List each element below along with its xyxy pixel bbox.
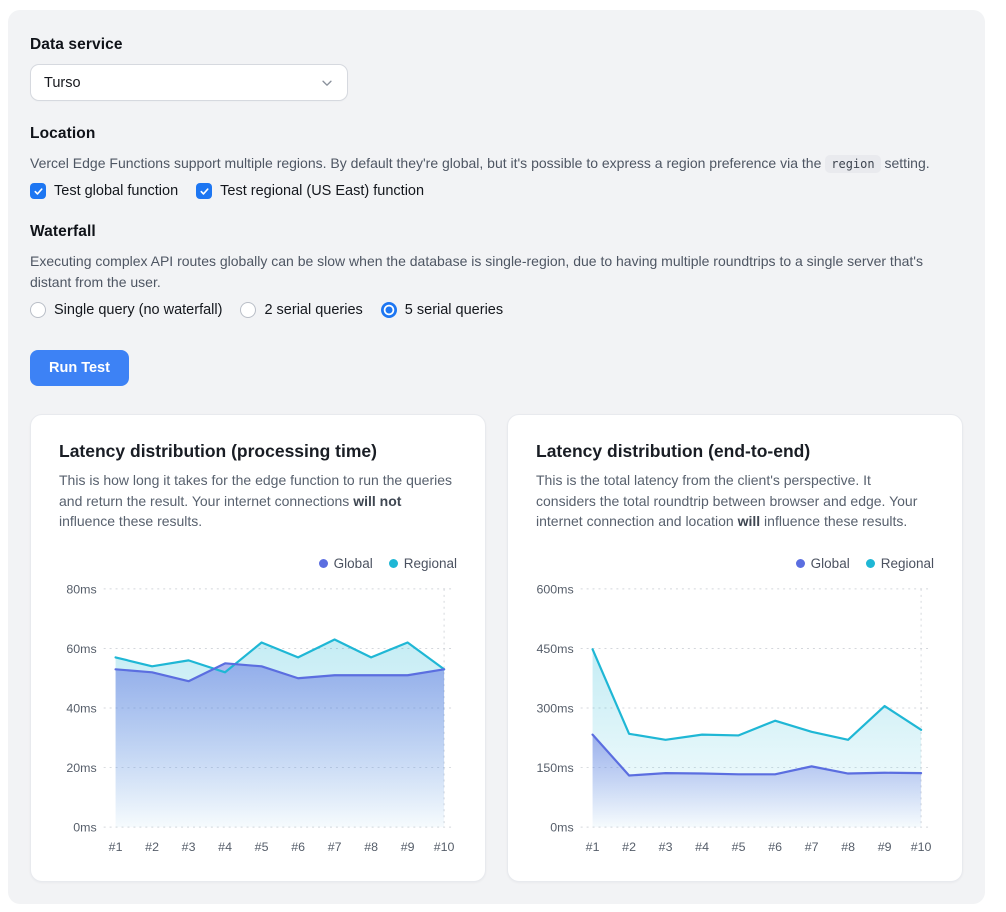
radio-2-serial-queries[interactable]: 2 serial queries [240,302,362,318]
y-tick-label: 150ms [537,761,574,775]
y-tick-label: 0ms [73,821,96,835]
x-tick-label: #5 [255,840,269,854]
data-service-section: Data service Turso [30,36,963,101]
location-checkbox-row: Test global function Test regional (US E… [30,183,963,199]
legend-item-global: Global [796,556,850,571]
processing-time-latency-chart: 0ms 20ms 40ms 60ms 80ms #1 #2 #3 #4 #5 #6 #7 #8 #9 #10 [59,577,457,859]
location-heading: Location [30,125,963,143]
location-description: Vercel Edge Functions support multiple r… [30,153,963,174]
card-desc-bold: will [738,513,761,529]
x-tick-label: #2 [622,840,636,854]
x-tick-label: #4 [218,840,232,854]
checkbox-checked-icon[interactable] [30,183,46,199]
radio-5-serial-queries[interactable]: 5 serial queries [381,302,503,318]
x-tick-label: #1 [586,840,600,854]
checkbox-test-regional-function[interactable]: Test regional (US East) function [196,183,424,199]
location-desc-text: Vercel Edge Functions support multiple r… [30,155,825,171]
radio-label: 2 serial queries [264,302,362,318]
y-tick-label: 20ms [66,761,96,775]
regional-legend-dot-icon [866,559,875,568]
radio-selected-icon[interactable] [381,302,397,318]
x-tick-label: #8 [841,840,855,854]
radio-unselected-icon[interactable] [240,302,256,318]
x-tick-label: #6 [768,840,782,854]
x-tick-label: #3 [659,840,673,854]
card-desc-suffix: influence these results. [760,513,907,529]
x-tick-label: #7 [328,840,342,854]
data-service-heading: Data service [30,36,963,54]
regional-legend-dot-icon [389,559,398,568]
global-legend-dot-icon [319,559,328,568]
x-tick-label: #9 [401,840,415,854]
y-tick-label: 60ms [66,642,96,656]
legend-item-regional: Regional [389,556,457,571]
checkbox-test-global-function[interactable]: Test global function [30,183,178,199]
x-tick-label: #10 [434,840,455,854]
radio-unselected-icon[interactable] [30,302,46,318]
legend-item-global: Global [319,556,373,571]
x-tick-label: #7 [805,840,819,854]
legend-label: Regional [881,556,934,571]
checkbox-label: Test regional (US East) function [220,183,424,199]
radio-label: Single query (no waterfall) [54,302,222,318]
checkbox-label: Test global function [54,183,178,199]
region-code-chip: region [825,155,880,173]
x-tick-label: #9 [878,840,892,854]
card-title: Latency distribution (end-to-end) [536,441,934,462]
card-desc-suffix: influence these results. [59,513,202,529]
y-tick-label: 300ms [537,702,574,716]
data-service-select[interactable]: Turso [30,64,348,101]
y-tick-label: 450ms [537,642,574,656]
x-tick-label: #3 [182,840,196,854]
x-tick-label: #1 [109,840,123,854]
x-tick-label: #2 [145,840,159,854]
card-description: This is the total latency from the clien… [536,470,934,532]
y-tick-label: 0ms [550,821,573,835]
app-panel: Data service Turso Location Vercel Edge … [8,10,985,904]
location-desc-suffix: setting. [881,155,930,171]
chart-legend: Global Regional [536,556,934,571]
radio-single-query[interactable]: Single query (no waterfall) [30,302,222,318]
checkbox-checked-icon[interactable] [196,183,212,199]
x-tick-label: #5 [732,840,746,854]
x-tick-label: #4 [695,840,709,854]
legend-label: Global [334,556,373,571]
waterfall-heading: Waterfall [30,223,963,241]
x-tick-label: #8 [364,840,378,854]
run-test-button[interactable]: Run Test [30,350,129,386]
waterfall-section: Waterfall Executing complex API routes g… [30,223,963,318]
card-title: Latency distribution (processing time) [59,441,457,462]
end-to-end-latency-chart: 0ms 150ms 300ms 450ms 600ms #1 #2 #3 #4 #5 #6 #7 #8 #… [536,577,934,859]
y-tick-label: 600ms [537,583,574,597]
processing-time-card: Latency distribution (processing time) T… [30,414,486,882]
legend-label: Regional [404,556,457,571]
data-service-selected-value: Turso [44,75,81,91]
x-tick-label: #6 [291,840,305,854]
legend-label: Global [811,556,850,571]
chevron-down-icon [320,76,334,90]
chart-legend: Global Regional [59,556,457,571]
card-desc-bold: will not [353,493,401,509]
y-tick-label: 80ms [66,583,96,597]
global-legend-dot-icon [796,559,805,568]
legend-item-regional: Regional [866,556,934,571]
global-area [116,664,445,828]
card-description: This is how long it takes for the edge f… [59,470,457,532]
waterfall-radio-row: Single query (no waterfall) 2 serial que… [30,302,963,318]
location-section: Location Vercel Edge Functions support m… [30,125,963,199]
y-tick-label: 40ms [66,702,96,716]
x-tick-label: #10 [911,840,932,854]
waterfall-description: Executing complex API routes globally ca… [30,251,963,293]
chart-cards: Latency distribution (processing time) T… [30,414,963,882]
end-to-end-card: Latency distribution (end-to-end) This i… [507,414,963,882]
radio-label: 5 serial queries [405,302,503,318]
